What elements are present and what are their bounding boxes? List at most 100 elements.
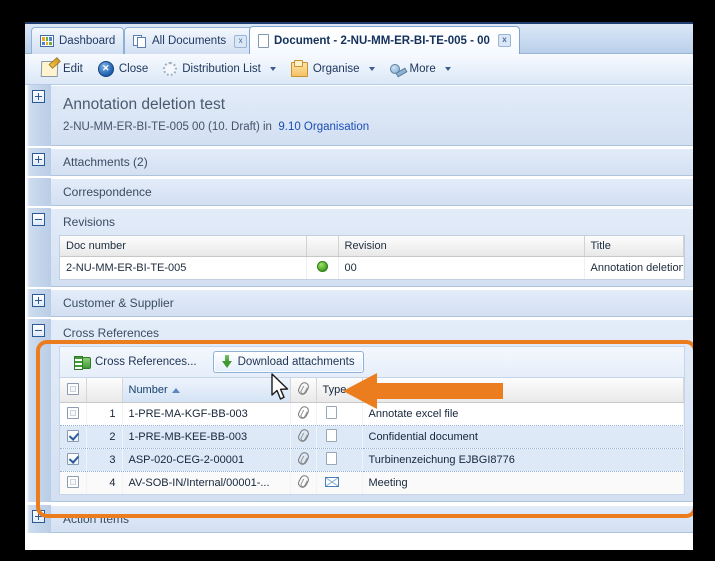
tab-document[interactable]: Document - 2-NU-MM-ER-BI-TE-005 - 00 x [249, 26, 520, 54]
sort-ascending-icon [171, 388, 180, 393]
row-checkbox[interactable] [66, 429, 79, 442]
section-gutter [25, 505, 51, 533]
revisions-table: Doc number Revision Title 2-NU-MM-ER-BI-… [60, 236, 684, 279]
more-label: More [409, 63, 436, 75]
tab-bar: Dashboard All Documents x Document - 2-N… [25, 24, 693, 54]
cell-type [316, 471, 363, 494]
document-type-icon [325, 406, 337, 419]
cell-number: ASP-020-CEG-2-00001 [122, 448, 291, 472]
cross-references-button[interactable]: Cross References... [66, 353, 205, 371]
column-header-number[interactable]: Number [122, 378, 291, 403]
section-gutter [25, 148, 51, 176]
section-title: Customer & Supplier [63, 296, 174, 310]
cell-type [316, 425, 363, 449]
column-header-index[interactable] [86, 378, 123, 403]
column-header-attachment[interactable] [290, 378, 317, 403]
organise-label: Organise [312, 63, 360, 75]
expand-customer-supplier-toggle[interactable] [31, 294, 45, 307]
select-all-checkbox[interactable] [66, 382, 79, 395]
organise-button[interactable]: Organise [285, 59, 381, 79]
expand-document-header-toggle[interactable] [31, 90, 45, 103]
customer-supplier-body: Customer & Supplier [51, 289, 693, 317]
table-row[interactable]: 1 1-PRE-MA-KGF-BB-003 Annotate excel fil… [60, 402, 684, 426]
row-checkbox-cell[interactable] [60, 471, 87, 494]
column-header-revision[interactable]: Revision [338, 236, 585, 257]
cell-number: 1-PRE-MA-KGF-BB-003 [122, 402, 291, 426]
section-cross-references: Cross References Cross References... Dow… [25, 319, 693, 502]
attachment-clip-icon [295, 427, 311, 444]
column-header-title[interactable]: Title [584, 236, 684, 257]
column-header-status[interactable] [306, 236, 339, 257]
cell-type [316, 448, 363, 472]
cell-number: AV-SOB-IN/Internal/00001-... [122, 471, 291, 494]
cell-attachment[interactable] [290, 402, 317, 426]
column-header-select-all[interactable] [60, 378, 87, 403]
document-header-body: Annotation deletion test 2-NU-MM-ER-BI-T… [51, 85, 693, 146]
tab-all-documents[interactable]: All Documents x [124, 27, 257, 54]
close-button[interactable]: ✕ Close [92, 59, 154, 79]
attachment-clip-icon [295, 473, 311, 490]
document-toolbar: Edit ✕ Close Distribution List Organise … [25, 54, 693, 85]
column-header-type[interactable]: Type [316, 378, 363, 403]
chevron-down-icon[interactable] [368, 67, 375, 71]
collapse-cross-references-toggle[interactable] [31, 324, 45, 337]
attachment-clip-icon [295, 450, 311, 467]
table-row[interactable]: 2-NU-MM-ER-BI-TE-005 00 Annotation delet… [60, 256, 684, 279]
row-checkbox-cell[interactable] [60, 402, 87, 426]
tab-dashboard[interactable]: Dashboard [31, 27, 125, 54]
tab-close-icon[interactable]: x [234, 34, 248, 48]
expand-action-items-toggle[interactable] [31, 510, 45, 523]
section-title: Attachments (2) [63, 155, 148, 169]
cell-index: 2 [86, 425, 123, 449]
distribution-list-button[interactable]: Distribution List [157, 60, 282, 78]
page-title: Annotation deletion test [63, 96, 226, 113]
row-checkbox[interactable] [66, 452, 79, 465]
row-checkbox-cell[interactable] [60, 425, 87, 449]
edit-button-label: Edit [63, 63, 83, 75]
table-row[interactable]: 2 1-PRE-MB-KEE-BB-003 Confidential docum… [60, 425, 684, 449]
column-header-title[interactable]: Title / Subject / etc. [362, 378, 684, 403]
cell-title: Turbinenzeichung EJBGI8776 [362, 448, 684, 472]
section-gutter [25, 208, 51, 287]
download-attachments-button[interactable]: Download attachments [212, 351, 364, 373]
collapse-revisions-toggle[interactable] [31, 213, 45, 226]
action-items-body: Action Items [51, 505, 693, 533]
edit-pencil-icon [40, 61, 59, 77]
cell-attachment[interactable] [290, 448, 317, 472]
expand-attachments-toggle[interactable] [31, 153, 45, 166]
section-attachments: Attachments (2) [25, 148, 693, 176]
section-gutter [25, 85, 51, 146]
cell-revision: 00 [338, 256, 585, 279]
attachment-clip-icon [295, 380, 311, 397]
section-title: Revisions [63, 215, 116, 229]
cross-references-grid-wrapper: Number Type Title / Subject / etc. 1 1-P… [59, 377, 685, 495]
column-header-doc-number[interactable]: Doc number [60, 236, 307, 257]
cell-type [316, 402, 363, 426]
cross-references-icon [74, 356, 91, 370]
cell-title: Meeting [362, 471, 684, 494]
cross-references-body: Cross References Cross References... Dow… [51, 319, 693, 502]
table-row[interactable]: 4 AV-SOB-IN/Internal/00001-... Meeting [60, 471, 684, 494]
row-checkbox[interactable] [66, 406, 79, 419]
chevron-down-icon[interactable] [269, 67, 276, 71]
attachment-clip-icon [295, 404, 311, 421]
section-correspondence: Correspondence [25, 178, 693, 206]
section-gutter [25, 178, 51, 206]
row-checkbox-cell[interactable] [60, 448, 87, 472]
cell-number: 1-PRE-MB-KEE-BB-003 [122, 425, 291, 449]
tab-close-icon[interactable]: x [497, 34, 511, 47]
document-body: Annotation deletion test 2-NU-MM-ER-BI-T… [25, 85, 693, 550]
edit-button[interactable]: Edit [35, 59, 89, 79]
cross-references-table: Number Type Title / Subject / etc. 1 1-P… [60, 378, 684, 494]
cell-status [306, 256, 339, 279]
status-dot-green-icon [316, 261, 328, 272]
row-checkbox[interactable] [66, 475, 79, 488]
organisation-link[interactable]: 9.10 Organisation [278, 121, 369, 133]
more-button[interactable]: More [384, 61, 457, 78]
document-header: Annotation deletion test 2-NU-MM-ER-BI-T… [51, 86, 693, 145]
chevron-down-icon[interactable] [444, 67, 451, 71]
cell-attachment[interactable] [290, 471, 317, 494]
revisions-body: Revisions Doc number Revision Title 2-NU… [51, 208, 693, 287]
cell-attachment[interactable] [290, 425, 317, 449]
table-row[interactable]: 3 ASP-020-CEG-2-00001 Turbinenzeichung E… [60, 448, 684, 472]
